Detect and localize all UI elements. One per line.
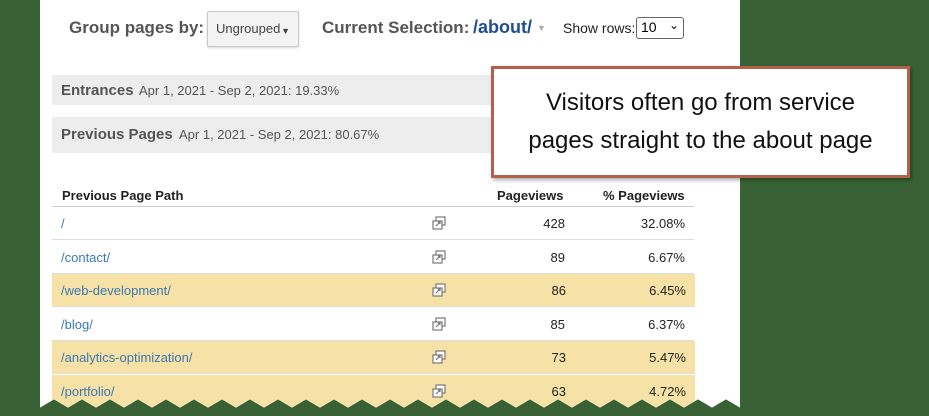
table-row: /contact/89 6.67% bbox=[52, 241, 694, 274]
annotation-callout: Visitors often go from service pages str… bbox=[491, 66, 910, 178]
chevron-down-icon: ⌄ bbox=[668, 18, 679, 32]
caret-down-icon: ▼ bbox=[281, 26, 290, 36]
pct-pageviews-cell: 6.37% bbox=[648, 317, 685, 332]
show-rows-value: 10 bbox=[641, 19, 657, 35]
table-header: Previous Page Path Pageviews % Pageviews bbox=[52, 186, 694, 206]
previous-pages-title: Previous Pages bbox=[61, 126, 173, 143]
table-row: /web-development/86 6.45% bbox=[52, 274, 695, 307]
pct-pageviews-cell: 6.67% bbox=[648, 250, 685, 265]
group-pages-value: Ungrouped bbox=[216, 21, 281, 36]
page-path-link[interactable]: /contact/ bbox=[61, 250, 110, 265]
pct-pageviews-cell: 6.45% bbox=[649, 283, 686, 298]
pct-pageviews-cell: 32.08% bbox=[640, 216, 685, 231]
pageviews-cell: 428 bbox=[543, 216, 565, 231]
show-rows-select[interactable]: 10 ⌄ bbox=[636, 17, 684, 39]
pageviews-cell: 89 bbox=[550, 250, 565, 265]
open-in-new-window-icon[interactable] bbox=[432, 317, 446, 331]
pageviews-cell: 85 bbox=[550, 317, 565, 332]
entrances-title: Entrances bbox=[61, 82, 134, 99]
group-pages-dropdown[interactable]: Ungrouped ▼ bbox=[207, 11, 299, 47]
caret-down-icon[interactable]: ▼ bbox=[537, 23, 546, 33]
pageviews-cell: 86 bbox=[551, 283, 566, 298]
current-selection-label: Current Selection: bbox=[322, 18, 470, 37]
table-row: /portfolio/63 4.72% bbox=[52, 375, 695, 408]
page-path-link[interactable]: /portfolio/ bbox=[61, 384, 114, 399]
previous-pages-summary: Apr 1, 2021 - Sep 2, 2021: 80.67% bbox=[179, 127, 380, 142]
open-in-new-window-icon[interactable] bbox=[432, 250, 446, 264]
open-in-new-window-icon[interactable] bbox=[432, 216, 446, 230]
callout-line-2: pages straight to the about page bbox=[528, 127, 873, 154]
open-in-new-window-icon[interactable] bbox=[432, 350, 446, 364]
report-panel: Group pages by: Ungrouped ▼ Current Sele… bbox=[40, 0, 740, 408]
pct-pageviews-cell: 4.72% bbox=[649, 384, 686, 399]
page-path-link[interactable]: /analytics-optimization/ bbox=[61, 350, 193, 365]
table-row: /blog/85 6.37% bbox=[52, 308, 694, 341]
pct-pageviews-cell: 5.47% bbox=[649, 350, 686, 365]
column-header-pct-pageviews[interactable]: % Pageviews bbox=[603, 188, 685, 203]
page-path-link[interactable]: /web-development/ bbox=[61, 283, 171, 298]
entrances-summary: Apr 1, 2021 - Sep 2, 2021: 19.33% bbox=[139, 83, 340, 98]
table-row: /analytics-optimization/73 5.47% bbox=[52, 341, 695, 374]
page-path-link[interactable]: / bbox=[61, 216, 65, 231]
page-path-link[interactable]: /blog/ bbox=[61, 317, 93, 332]
show-rows-label: Show rows: bbox=[563, 20, 636, 36]
open-in-new-window-icon[interactable] bbox=[432, 283, 446, 297]
current-selection-value[interactable]: /about/ bbox=[473, 17, 532, 38]
group-pages-label: Group pages by: bbox=[69, 18, 205, 37]
open-in-new-window-icon[interactable] bbox=[432, 384, 446, 398]
column-header-pageviews[interactable]: Pageviews bbox=[497, 188, 564, 203]
table-row: / 428 32.08% bbox=[52, 207, 694, 240]
toolbar: Group pages by: Ungrouped ▼ Current Sele… bbox=[40, 8, 740, 48]
pageviews-cell: 63 bbox=[551, 384, 566, 399]
column-header-path[interactable]: Previous Page Path bbox=[62, 188, 183, 203]
pageviews-cell: 73 bbox=[551, 350, 566, 365]
callout-line-1: Visitors often go from service bbox=[545, 89, 855, 116]
